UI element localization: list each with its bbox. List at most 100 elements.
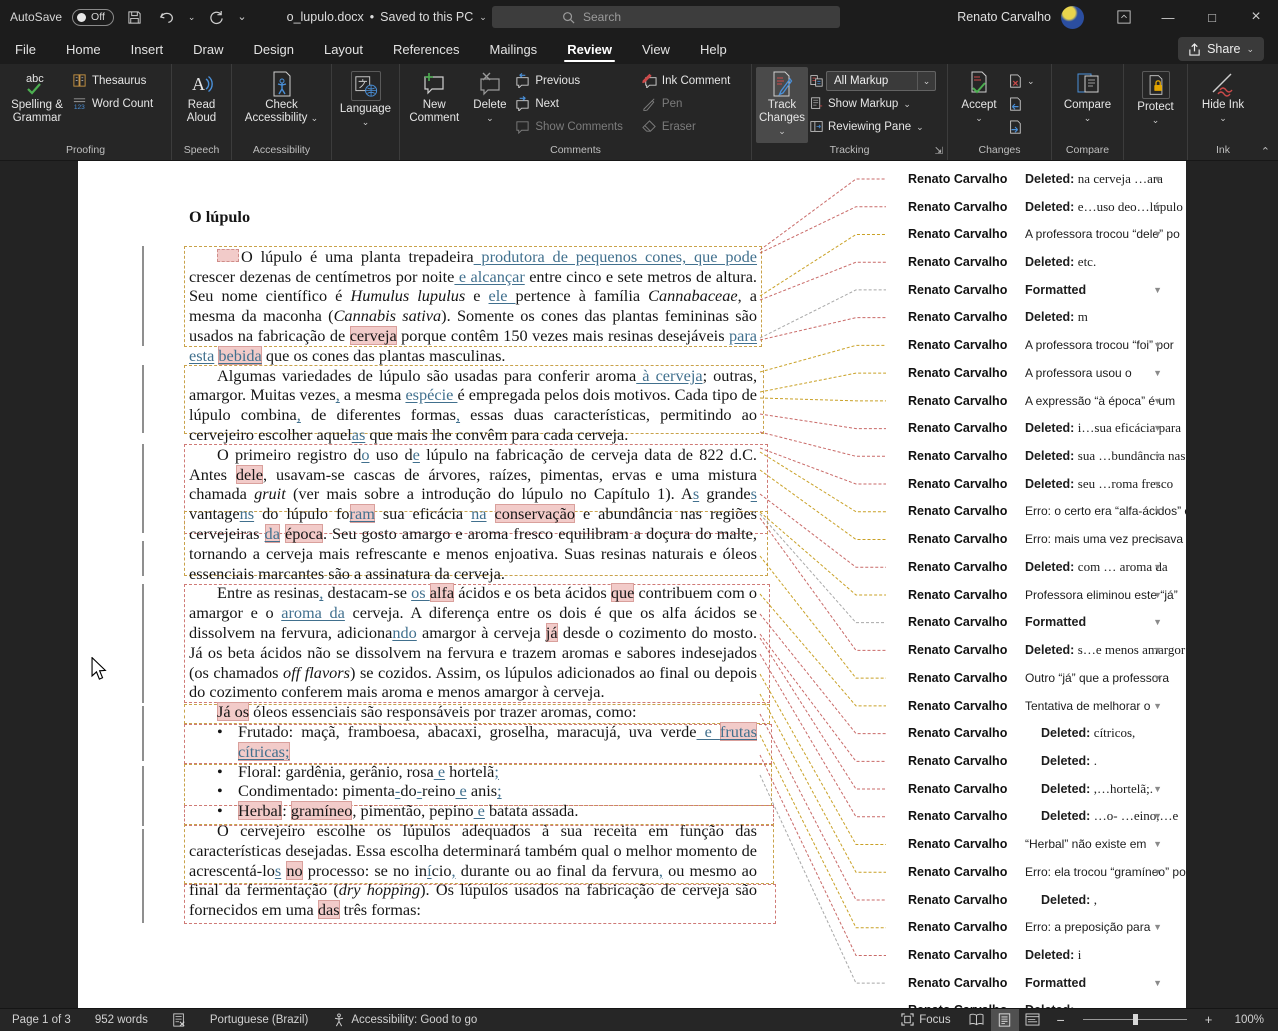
compare-button[interactable]: Compare⌄ [1057,67,1119,143]
reviewing-pane-button[interactable]: Reviewing Pane ⌄ [810,117,942,136]
language-button[interactable]: Language⌄ [336,67,395,143]
ink-comment-button[interactable]: Ink Comment [642,71,747,90]
tab-layout[interactable]: Layout [309,34,378,64]
revision-dropdown-icon[interactable]: ▼ [1153,368,1162,378]
tab-draw[interactable]: Draw [178,34,238,64]
all-markup-select[interactable]: All Markup⌄ [810,71,942,90]
revision-dropdown-icon[interactable]: ▼ [1153,340,1162,350]
document-body[interactable]: O lúpulo O lúpulo é uma planta trepadeir… [189,207,757,920]
revision-row[interactable]: Renato CarvalhoDeleted: . [872,747,1186,775]
read-mode-button[interactable] [963,1009,991,1031]
accessibility-indicator[interactable]: Accessibility: Good to go [320,1009,489,1031]
revision-row[interactable]: Renato CarvalhoErro: mais uma vez precis… [872,525,1186,553]
revision-row[interactable]: Renato CarvalhoErro: ela trocou “gramíne… [872,858,1186,886]
accept-button[interactable]: Accept⌄ [952,67,1006,143]
revision-dropdown-icon[interactable]: ▼ [1153,784,1162,794]
revision-row[interactable]: Renato CarvalhoDeleted: i [872,941,1186,969]
reviewing-pane[interactable]: Renato CarvalhoDeleted: na cerveja …ara▼… [872,161,1186,1008]
revision-dropdown-icon[interactable]: ▼ [1153,645,1162,655]
share-button[interactable]: Share ⌄ [1178,37,1264,61]
revision-row[interactable]: Renato CarvalhoDeleted: e…uso deo…lúpulo… [872,193,1186,221]
revision-row[interactable]: Renato CarvalhoOutro “já” que a professo… [872,664,1186,692]
revision-row[interactable]: Renato CarvalhoDeleted: i…sua eficácia p… [872,414,1186,442]
autosave-toggle[interactable]: Off [72,9,114,26]
revision-row[interactable]: Renato CarvalhoDeleted: sua …bundância n… [872,442,1186,470]
document-page[interactable]: O lúpulo O lúpulo é uma planta trepadeir… [78,161,872,1008]
track-changes-button[interactable]: Track Changes ⌄ [756,67,808,143]
zoom-slider-thumb[interactable] [1133,1014,1138,1025]
revision-row[interactable]: Renato CarvalhoDeleted: m [872,304,1186,332]
revision-dropdown-icon[interactable]: ▼ [1153,839,1162,849]
revision-dropdown-icon[interactable]: ▼ [1153,423,1162,433]
revision-row[interactable]: Renato CarvalhoFormatted ▼ [872,969,1186,997]
zoom-in-button[interactable]: + [1195,1009,1223,1031]
spelling-grammar-button[interactable]: abc Spelling & Grammar [4,67,70,143]
revision-dropdown-icon[interactable]: ▼ [1153,202,1162,212]
hide-ink-button[interactable]: Hide Ink ⌄ [1195,67,1251,143]
undo-icon[interactable] [156,6,178,28]
revision-row[interactable]: Renato CarvalhoErro: a preposição para▼ [872,913,1186,941]
tracking-dialog-launcher-icon[interactable]: ⇲ [935,146,943,157]
read-aloud-button[interactable]: A Read Aloud [176,67,227,143]
page-indicator[interactable]: Page 1 of 3 [0,1009,83,1031]
tab-review[interactable]: Review [552,34,627,64]
qat-customize-icon[interactable]: ⌄ [237,13,246,21]
tab-references[interactable]: References [378,34,474,64]
save-icon[interactable] [124,6,146,28]
web-layout-button[interactable] [1019,1009,1047,1031]
revision-dropdown-icon[interactable]: ▼ [1153,174,1162,184]
revision-row[interactable]: Renato CarvalhoDeleted: seu …roma fresco… [872,470,1186,498]
revision-row[interactable]: Renato CarvalhoTentativa de melhorar o▼ [872,692,1186,720]
thesaurus-button[interactable]: Thesaurus [72,71,153,90]
revision-row[interactable]: Renato CarvalhoDeleted: com … aroma da▼ [872,553,1186,581]
revision-row[interactable]: Renato CarvalhoDeleted: cítricos, [872,719,1186,747]
tab-insert[interactable]: Insert [116,34,179,64]
revision-dropdown-icon[interactable]: ▼ [1153,590,1162,600]
revision-dropdown-icon[interactable]: ▼ [1153,617,1162,627]
close-button[interactable]: × [1234,0,1278,34]
undo-chevron-icon[interactable]: ⌄ [188,13,196,21]
revision-row[interactable]: Renato CarvalhoErro: o certo era “alfa-á… [872,498,1186,526]
next-comment-button[interactable]: Next [515,94,640,113]
minimize-button[interactable]: — [1146,0,1190,34]
revision-dropdown-icon[interactable]: ▼ [1153,479,1162,489]
revision-dropdown-icon[interactable]: ▼ [1153,562,1162,572]
tab-file[interactable]: File [0,34,51,64]
revision-dropdown-icon[interactable]: ▼ [1153,506,1162,516]
tab-mailings[interactable]: Mailings [475,34,553,64]
tab-help[interactable]: Help [685,34,742,64]
revision-row[interactable]: Renato CarvalhoDeleted: na cerveja …ara▼ [872,165,1186,193]
revision-dropdown-icon[interactable]: ▼ [1153,811,1162,821]
revision-row[interactable]: Renato CarvalhoA expressão “à época” é u… [872,387,1186,415]
redo-icon[interactable] [205,6,227,28]
revision-dropdown-icon[interactable]: ▼ [1153,285,1162,295]
revision-dropdown-icon[interactable]: ▼ [1153,396,1162,406]
user-name[interactable]: Renato Carvalho [957,10,1051,24]
revision-dropdown-icon[interactable]: ▼ [1153,229,1162,239]
revision-row[interactable]: Renato CarvalhoA professora usou o▼ [872,359,1186,387]
revision-row[interactable]: Renato CarvalhoDeleted: ,…hortelã;.▼ [872,775,1186,803]
focus-button[interactable]: Focus [889,1009,962,1031]
proofing-status-icon[interactable] [160,1009,198,1031]
check-accessibility-button[interactable]: Check Accessibility ⌄ [238,67,326,143]
maximize-button[interactable]: □ [1190,0,1234,34]
revision-row[interactable]: Renato CarvalhoDeleted: [872,997,1186,1008]
zoom-out-button[interactable]: − [1047,1009,1075,1031]
reject-change-button[interactable]: ⌄ [1008,71,1035,90]
previous-comment-button[interactable]: Previous [515,71,640,90]
language-indicator[interactable]: Portuguese (Brazil) [198,1009,320,1031]
revision-dropdown-icon[interactable]: ▼ [1153,534,1162,544]
revision-row[interactable]: Renato CarvalhoFormatted ▼ [872,609,1186,637]
revision-dropdown-icon[interactable]: ▼ [1153,922,1162,932]
revision-row[interactable]: Renato CarvalhoA professora trocou “dele… [872,220,1186,248]
tab-design[interactable]: Design [239,34,309,64]
revision-dropdown-icon[interactable]: ▼ [1153,701,1162,711]
revision-row[interactable]: Renato CarvalhoFormatted ▼ [872,276,1186,304]
revision-dropdown-icon[interactable]: ▼ [1153,673,1162,683]
zoom-level[interactable]: 100% [1223,1009,1278,1031]
revision-row[interactable]: Renato CarvalhoDeleted: …o- …eino,…e▼ [872,803,1186,831]
search-input[interactable]: Search [492,6,840,28]
word-count-indicator[interactable]: 952 words [83,1009,160,1031]
print-layout-button[interactable] [991,1009,1019,1031]
revision-row[interactable]: Renato CarvalhoDeleted: , [872,886,1186,914]
